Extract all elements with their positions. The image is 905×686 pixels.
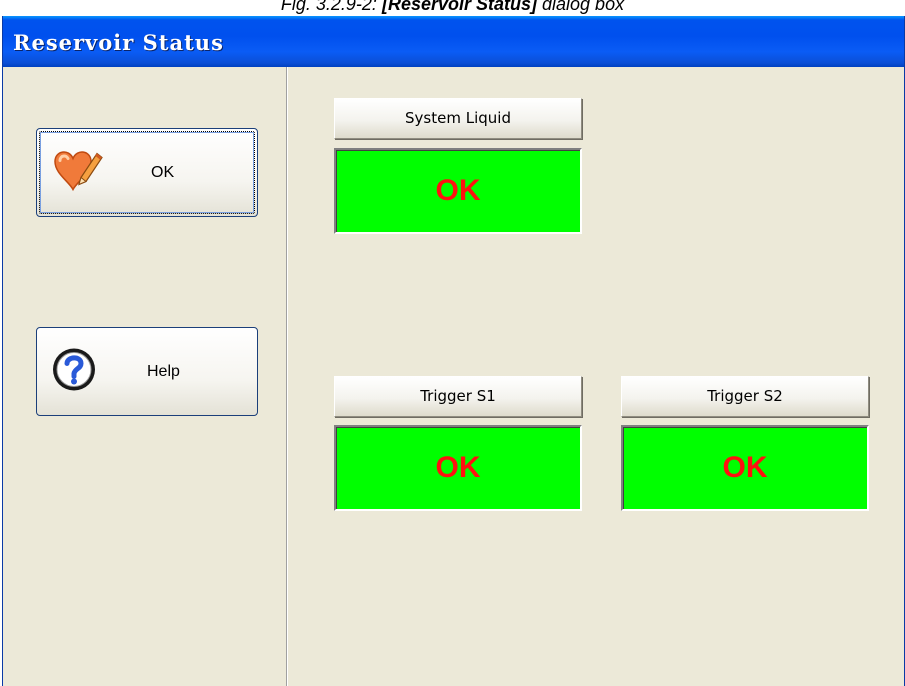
reservoir-status-dialog: Reservoir Status OK Help System Liquid O… bbox=[2, 16, 905, 686]
system-liquid-status: OK bbox=[334, 148, 582, 234]
trigger-s2-label: Trigger S2 bbox=[707, 387, 783, 405]
trigger-s1-label-button[interactable]: Trigger S1 bbox=[334, 376, 582, 417]
trigger-s1-status-value: OK bbox=[435, 451, 481, 484]
caption-bold: [Reservoir Status] bbox=[381, 0, 538, 14]
trigger-s1-label: Trigger S1 bbox=[420, 387, 496, 405]
caption-prefix: Fig. 3.2.9-2: bbox=[280, 0, 382, 14]
help-button[interactable]: Help bbox=[36, 327, 258, 416]
ok-button-label: OK bbox=[151, 163, 175, 181]
figure-caption: Fig. 3.2.9-2: [Reservoir Status] dialog … bbox=[0, 0, 905, 16]
help-icon bbox=[50, 345, 98, 398]
trigger-s2-status-value: OK bbox=[722, 451, 768, 484]
ok-button[interactable]: OK bbox=[36, 128, 258, 217]
trigger-s2-label-button[interactable]: Trigger S2 bbox=[621, 376, 869, 417]
window-title: Reservoir Status bbox=[13, 30, 224, 55]
help-button-label: Help bbox=[147, 362, 180, 380]
system-liquid-label-button[interactable]: System Liquid bbox=[334, 98, 582, 139]
system-liquid-label: System Liquid bbox=[405, 109, 511, 127]
trigger-s2-status: OK bbox=[621, 425, 869, 511]
caption-suffix: dialog box bbox=[537, 0, 625, 14]
system-liquid-status-value: OK bbox=[435, 174, 481, 207]
trigger-s1-status: OK bbox=[334, 425, 582, 511]
panel-divider bbox=[286, 67, 288, 686]
title-bar[interactable]: Reservoir Status bbox=[3, 16, 904, 67]
heart-pencil-icon bbox=[51, 147, 103, 198]
